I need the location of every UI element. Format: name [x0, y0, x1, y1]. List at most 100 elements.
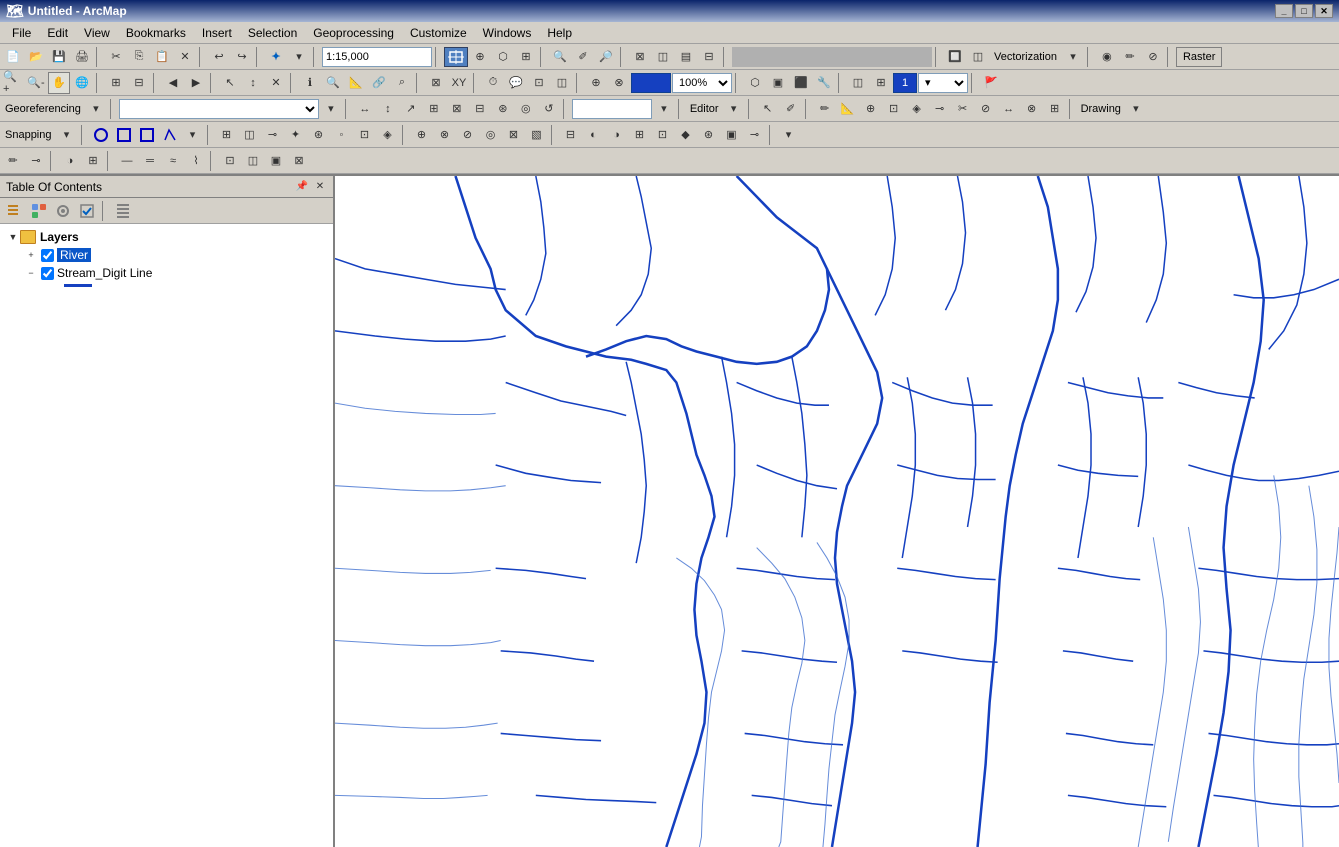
- stream-checkbox[interactable]: [41, 267, 54, 280]
- snap-tool-20[interactable]: ◆: [675, 124, 697, 146]
- snap-tool-22[interactable]: ▣: [721, 124, 743, 146]
- georef-tool-4[interactable]: ⊞: [423, 98, 445, 120]
- edit-tool-10[interactable]: ⊘: [975, 98, 997, 120]
- menu-edit[interactable]: Edit: [39, 24, 76, 42]
- add-data-button[interactable]: ✦: [265, 46, 287, 68]
- snap-rect-btn[interactable]: [136, 124, 158, 146]
- layers-collapse-btn[interactable]: ▼: [6, 230, 20, 244]
- fixed-zoom-out[interactable]: ⊟: [128, 72, 150, 94]
- effect-btn-2[interactable]: ▣: [767, 72, 789, 94]
- tb-tool-2[interactable]: ✐: [572, 46, 594, 68]
- snap-tool-14[interactable]: ▧: [526, 124, 548, 146]
- scale-input[interactable]: [322, 47, 432, 67]
- menu-file[interactable]: File: [4, 24, 39, 42]
- georef-tool-2[interactable]: ↕: [377, 98, 399, 120]
- snap-tool-7[interactable]: ⊡: [354, 124, 376, 146]
- save-button[interactable]: 💾: [48, 46, 70, 68]
- toc-list-by-drawing-order[interactable]: [4, 200, 26, 222]
- edit-tool-5[interactable]: ⊕: [860, 98, 882, 120]
- snap-tool-4[interactable]: ✦: [285, 124, 307, 146]
- extra-tool-4[interactable]: ⊞: [82, 150, 104, 172]
- edit-tool-4[interactable]: 📐: [837, 98, 859, 120]
- vect-dropdown[interactable]: ▾: [1062, 46, 1084, 68]
- georef-value-input[interactable]: [572, 99, 652, 119]
- cut-button[interactable]: ✂: [105, 46, 127, 68]
- color-selector[interactable]: [631, 73, 671, 93]
- menu-customize[interactable]: Customize: [402, 24, 475, 42]
- globe-btn[interactable]: 🌐: [71, 72, 93, 94]
- tb-tool-4[interactable]: ⊠: [629, 46, 651, 68]
- extra-tool-6[interactable]: ═: [139, 150, 161, 172]
- new-button[interactable]: 📄: [2, 46, 24, 68]
- edit-tool-2[interactable]: ✐: [780, 98, 802, 120]
- snap-tool-18[interactable]: ⊞: [629, 124, 651, 146]
- georef-tool-5[interactable]: ⊠: [446, 98, 468, 120]
- edit-tool-9[interactable]: ✂: [952, 98, 974, 120]
- effect-btn-1[interactable]: ⬡: [744, 72, 766, 94]
- menu-windows[interactable]: Windows: [475, 24, 540, 42]
- snap-tool-21[interactable]: ⊛: [698, 124, 720, 146]
- georef-tool-1[interactable]: ↔: [354, 98, 376, 120]
- snap-circle-btn[interactable]: [90, 124, 112, 146]
- paste-button[interactable]: 📋: [151, 46, 173, 68]
- editor-dropdown[interactable]: ▾: [723, 98, 745, 120]
- minimize-button[interactable]: _: [1275, 4, 1293, 18]
- extra-tool-3[interactable]: ◑: [59, 150, 81, 172]
- snap-tool-6[interactable]: ◦: [331, 124, 353, 146]
- snap-tool-13[interactable]: ⊠: [503, 124, 525, 146]
- delete-button[interactable]: ✕: [174, 46, 196, 68]
- effect-btn-3[interactable]: ⬛: [790, 72, 812, 94]
- map-area[interactable]: [335, 176, 1339, 847]
- toc-pin-button[interactable]: 📌: [295, 180, 309, 194]
- extra-tool-11[interactable]: ▣: [265, 150, 287, 172]
- tb-tool-1[interactable]: 🔍: [549, 46, 571, 68]
- page-dropdown[interactable]: ▾: [918, 73, 968, 93]
- identify-tool[interactable]: ℹ: [299, 72, 321, 94]
- flag-btn[interactable]: 🚩: [980, 72, 1002, 94]
- extra-tool-12[interactable]: ⊠: [288, 150, 310, 172]
- edit-tool-1[interactable]: ↖: [757, 98, 779, 120]
- layer-dropdown[interactable]: 100%: [672, 73, 732, 93]
- another-tool[interactable]: ⊞: [515, 46, 537, 68]
- close-button[interactable]: ✕: [1315, 4, 1333, 18]
- menu-geoprocessing[interactable]: Geoprocessing: [305, 24, 402, 42]
- search-tool[interactable]: ⌕: [391, 72, 413, 94]
- river-checkbox[interactable]: [41, 249, 54, 262]
- river-layer-row[interactable]: + River: [22, 246, 329, 264]
- georef-tool-7[interactable]: ⊛: [492, 98, 514, 120]
- vect-tool-4[interactable]: ✏: [1119, 46, 1141, 68]
- effect-btn-5[interactable]: ◫: [847, 72, 869, 94]
- vect-tool-5[interactable]: ⊘: [1142, 46, 1164, 68]
- river-expand-btn[interactable]: +: [24, 248, 38, 262]
- extra-tool-7[interactable]: ≈: [162, 150, 184, 172]
- snap-tool-9[interactable]: ⊕: [411, 124, 433, 146]
- snap-tool-5[interactable]: ⊛: [308, 124, 330, 146]
- full-extent-button[interactable]: [444, 47, 468, 67]
- map-tips[interactable]: 💬: [505, 72, 527, 94]
- snap-tool-23[interactable]: ⊸: [744, 124, 766, 146]
- snap-tool-19[interactable]: ⊡: [652, 124, 674, 146]
- raster-button[interactable]: Raster: [1176, 47, 1222, 67]
- extra-tool-9[interactable]: ⊡: [219, 150, 241, 172]
- hyperlink-tool[interactable]: 🔗: [368, 72, 390, 94]
- edit-tool-12[interactable]: ⊗: [1021, 98, 1043, 120]
- drawing-dropdown[interactable]: ▾: [1125, 98, 1147, 120]
- snap-tool-17[interactable]: ◑: [606, 124, 628, 146]
- georef-dropdown2[interactable]: ▾: [320, 98, 342, 120]
- effect-btn-4[interactable]: 🔧: [813, 72, 835, 94]
- vectorization-tools[interactable]: 🔲: [944, 46, 966, 68]
- extra-tool-2[interactable]: ⊸: [25, 150, 47, 172]
- find-tool[interactable]: 🔍: [322, 72, 344, 94]
- menu-bookmarks[interactable]: Bookmarks: [118, 24, 194, 42]
- zoom-in-btn[interactable]: 🔍+: [2, 72, 24, 94]
- time-slider[interactable]: ⏱: [482, 72, 504, 94]
- select-btn[interactable]: ↖: [219, 72, 241, 94]
- snap-dropdown2[interactable]: ▾: [778, 124, 800, 146]
- snap-angle-btn[interactable]: [159, 124, 181, 146]
- menu-insert[interactable]: Insert: [194, 24, 240, 42]
- clear-sel[interactable]: ✕: [265, 72, 287, 94]
- dropdown-arrow[interactable]: ▾: [288, 46, 310, 68]
- georef-tool-9[interactable]: ↺: [538, 98, 560, 120]
- georef-tool-6[interactable]: ⊟: [469, 98, 491, 120]
- redo-button[interactable]: ↪: [231, 46, 253, 68]
